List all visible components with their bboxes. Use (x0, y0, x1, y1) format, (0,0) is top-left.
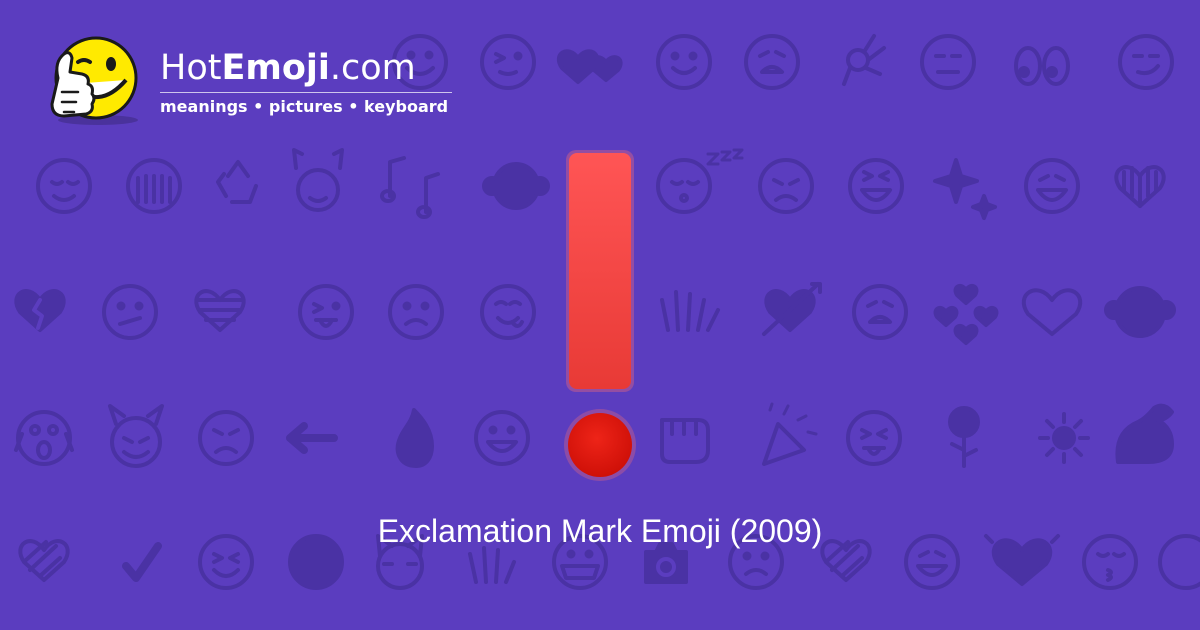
sleeping-face-icon (656, 148, 744, 214)
weary-face-icon (852, 284, 908, 340)
waving-hand-icon (660, 290, 720, 332)
flexed-biceps-icon (1115, 403, 1174, 464)
heart-with-arrow-icon (762, 282, 822, 336)
winking-face-icon (480, 34, 536, 90)
tongue-out-face-icon (846, 410, 902, 466)
heart-icon (1021, 288, 1083, 336)
sad-face-icon (758, 158, 814, 214)
exclamation-mark-icon (564, 150, 636, 481)
revolving-hearts-icon (933, 283, 999, 345)
screaming-face-icon (14, 410, 74, 466)
two-hearts-icon (556, 49, 623, 84)
raising-hands-icon (292, 148, 344, 212)
party-popper-icon (762, 402, 818, 466)
see-no-evil-monkey-icon (482, 162, 550, 210)
frowning-face-icon (388, 284, 444, 340)
neutral-face-icon (920, 34, 976, 90)
recycle-icon (216, 160, 258, 204)
smiling-imp-icon (108, 404, 164, 468)
left-arrow-icon (286, 422, 338, 454)
weary-face-icon (744, 34, 800, 90)
laughing-face-icon (848, 158, 904, 214)
smirking-face-icon (1118, 34, 1174, 90)
site-name-prefix: Hot (160, 48, 222, 88)
monkey-icon (1104, 286, 1176, 338)
laughing-face-icon (1024, 158, 1080, 214)
tongue-out-face-icon (480, 284, 536, 340)
waving-hand-icon (468, 546, 516, 584)
striped-heart-icon (194, 289, 246, 332)
emoji-title: Exclamation Mark Emoji (2009) (377, 513, 823, 549)
site-tagline: meanings • pictures • keyboard (160, 97, 449, 116)
sparkles-icon (933, 158, 997, 220)
site-name-suffix: .com (329, 48, 416, 88)
relieved-face-icon (36, 158, 92, 214)
angry-face-icon (198, 410, 254, 466)
confused-face-icon (102, 284, 158, 340)
broken-heart-icon (14, 289, 66, 332)
og-image-card: HotEmoji.com meanings • pictures • keybo… (0, 0, 1200, 630)
brand-divider (160, 92, 452, 93)
site-logo[interactable]: HotEmoji.com meanings • pictures • keybo… (38, 34, 468, 130)
fire-icon (395, 408, 434, 468)
eyes-icon (1014, 46, 1070, 86)
tongue-out-face-icon (298, 284, 354, 340)
face-with-covered-mouth-icon (126, 158, 182, 214)
rose-icon (948, 406, 980, 468)
site-name: HotEmoji.com (160, 46, 416, 90)
musical-notes-icon (380, 156, 440, 219)
thumbs-up-wink-icon (50, 36, 138, 125)
beaming-face-icon (474, 410, 530, 466)
striped-heart-icon (1114, 165, 1166, 208)
smiling-face-icon (656, 34, 712, 90)
punch-icon (660, 418, 710, 464)
site-name-strong: Emoji (221, 48, 330, 88)
sun-icon (1038, 412, 1090, 464)
ok-hand-icon (842, 34, 886, 86)
